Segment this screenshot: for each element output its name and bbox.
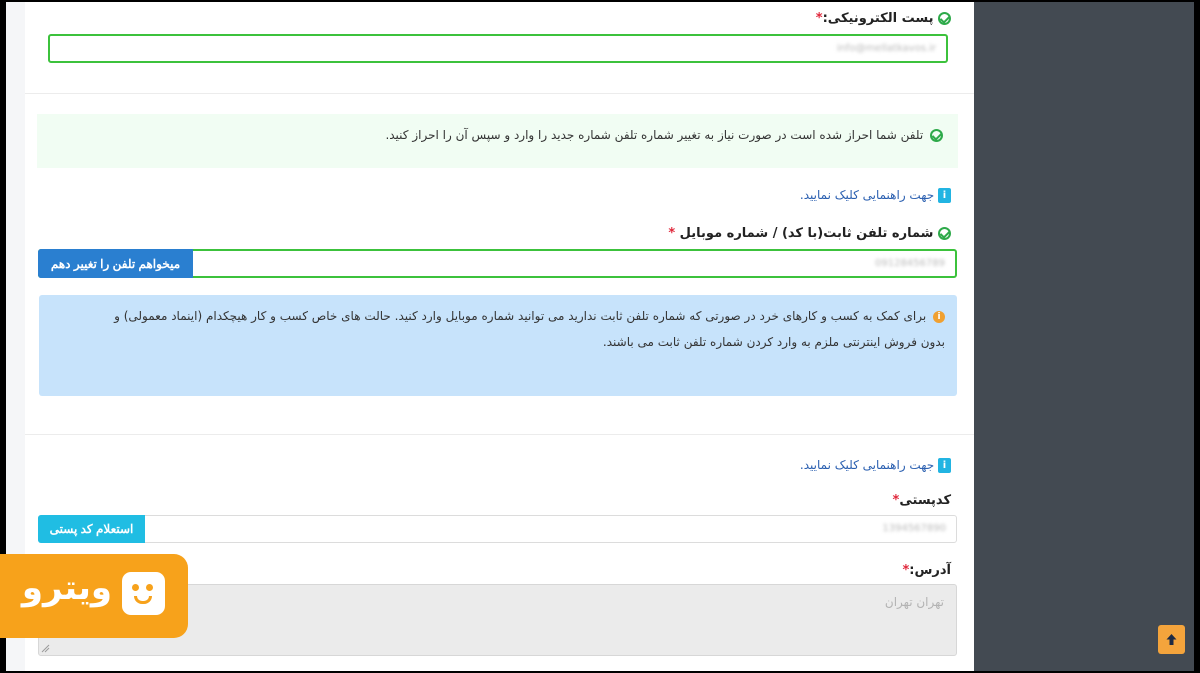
postal-code-field[interactable]: 1394567890 — [38, 515, 957, 543]
info-icon: i — [938, 188, 951, 203]
phone-verified-icon — [938, 227, 951, 240]
address-label: آدرس:* — [902, 563, 951, 578]
postal-label: کدپستی* — [892, 493, 951, 508]
required-mark: * — [668, 226, 676, 241]
arrow-up-icon — [1166, 634, 1177, 645]
postal-inquiry-button[interactable]: استعلام کد پستی — [38, 515, 145, 543]
watermark-text: ویترو — [21, 568, 112, 608]
email-label: پست الکترونیکی:* — [816, 11, 951, 26]
info-line-2: بدون فروش اینترنتی ملزم به وارد کردن شما… — [602, 335, 945, 349]
info-icon: i — [938, 458, 951, 473]
address-placeholder: تهران تهران — [884, 595, 944, 609]
success-check-icon — [930, 129, 943, 142]
postal-value: 1394567890 — [882, 523, 946, 534]
phone-verified-text: تلفن شما احراز شده است در صورت نیاز به ت… — [385, 128, 924, 142]
required-mark: * — [815, 11, 823, 26]
help-link-phone[interactable]: i جهت راهنمایی کلیک نمایید. — [800, 188, 951, 203]
email-verified-icon — [938, 12, 951, 25]
info-line-1: برای کمک به کسب و کارهای خرد در صورتی که… — [114, 309, 927, 323]
email-field[interactable]: info@mellatkavos.ir — [48, 34, 948, 63]
warning-info-icon: i — [933, 310, 945, 323]
dark-sidebar — [974, 2, 1194, 671]
scroll-to-top-button[interactable] — [1158, 625, 1185, 654]
vitro-watermark-logo: ویترو — [0, 554, 188, 638]
change-phone-button[interactable]: میخواهم تلفن را تغییر دهم — [38, 249, 193, 278]
divider — [25, 93, 975, 94]
smiley-face-icon — [122, 572, 165, 615]
phone-verified-alert: تلفن شما احراز شده است در صورت نیاز به ت… — [37, 114, 958, 168]
email-value: info@mellatkavos.ir — [836, 43, 936, 54]
phone-label: شماره تلفن ثابت(با کد) / شماره موبایل * — [668, 226, 951, 241]
resize-handle-icon[interactable] — [41, 644, 50, 653]
divider — [25, 434, 975, 435]
mobile-info-alert: i برای کمک به کسب و کارهای خرد در صورتی … — [39, 295, 957, 396]
help-link-postal[interactable]: i جهت راهنمایی کلیک نمایید. — [800, 458, 951, 473]
phone-value: 09128456789 — [875, 258, 945, 269]
